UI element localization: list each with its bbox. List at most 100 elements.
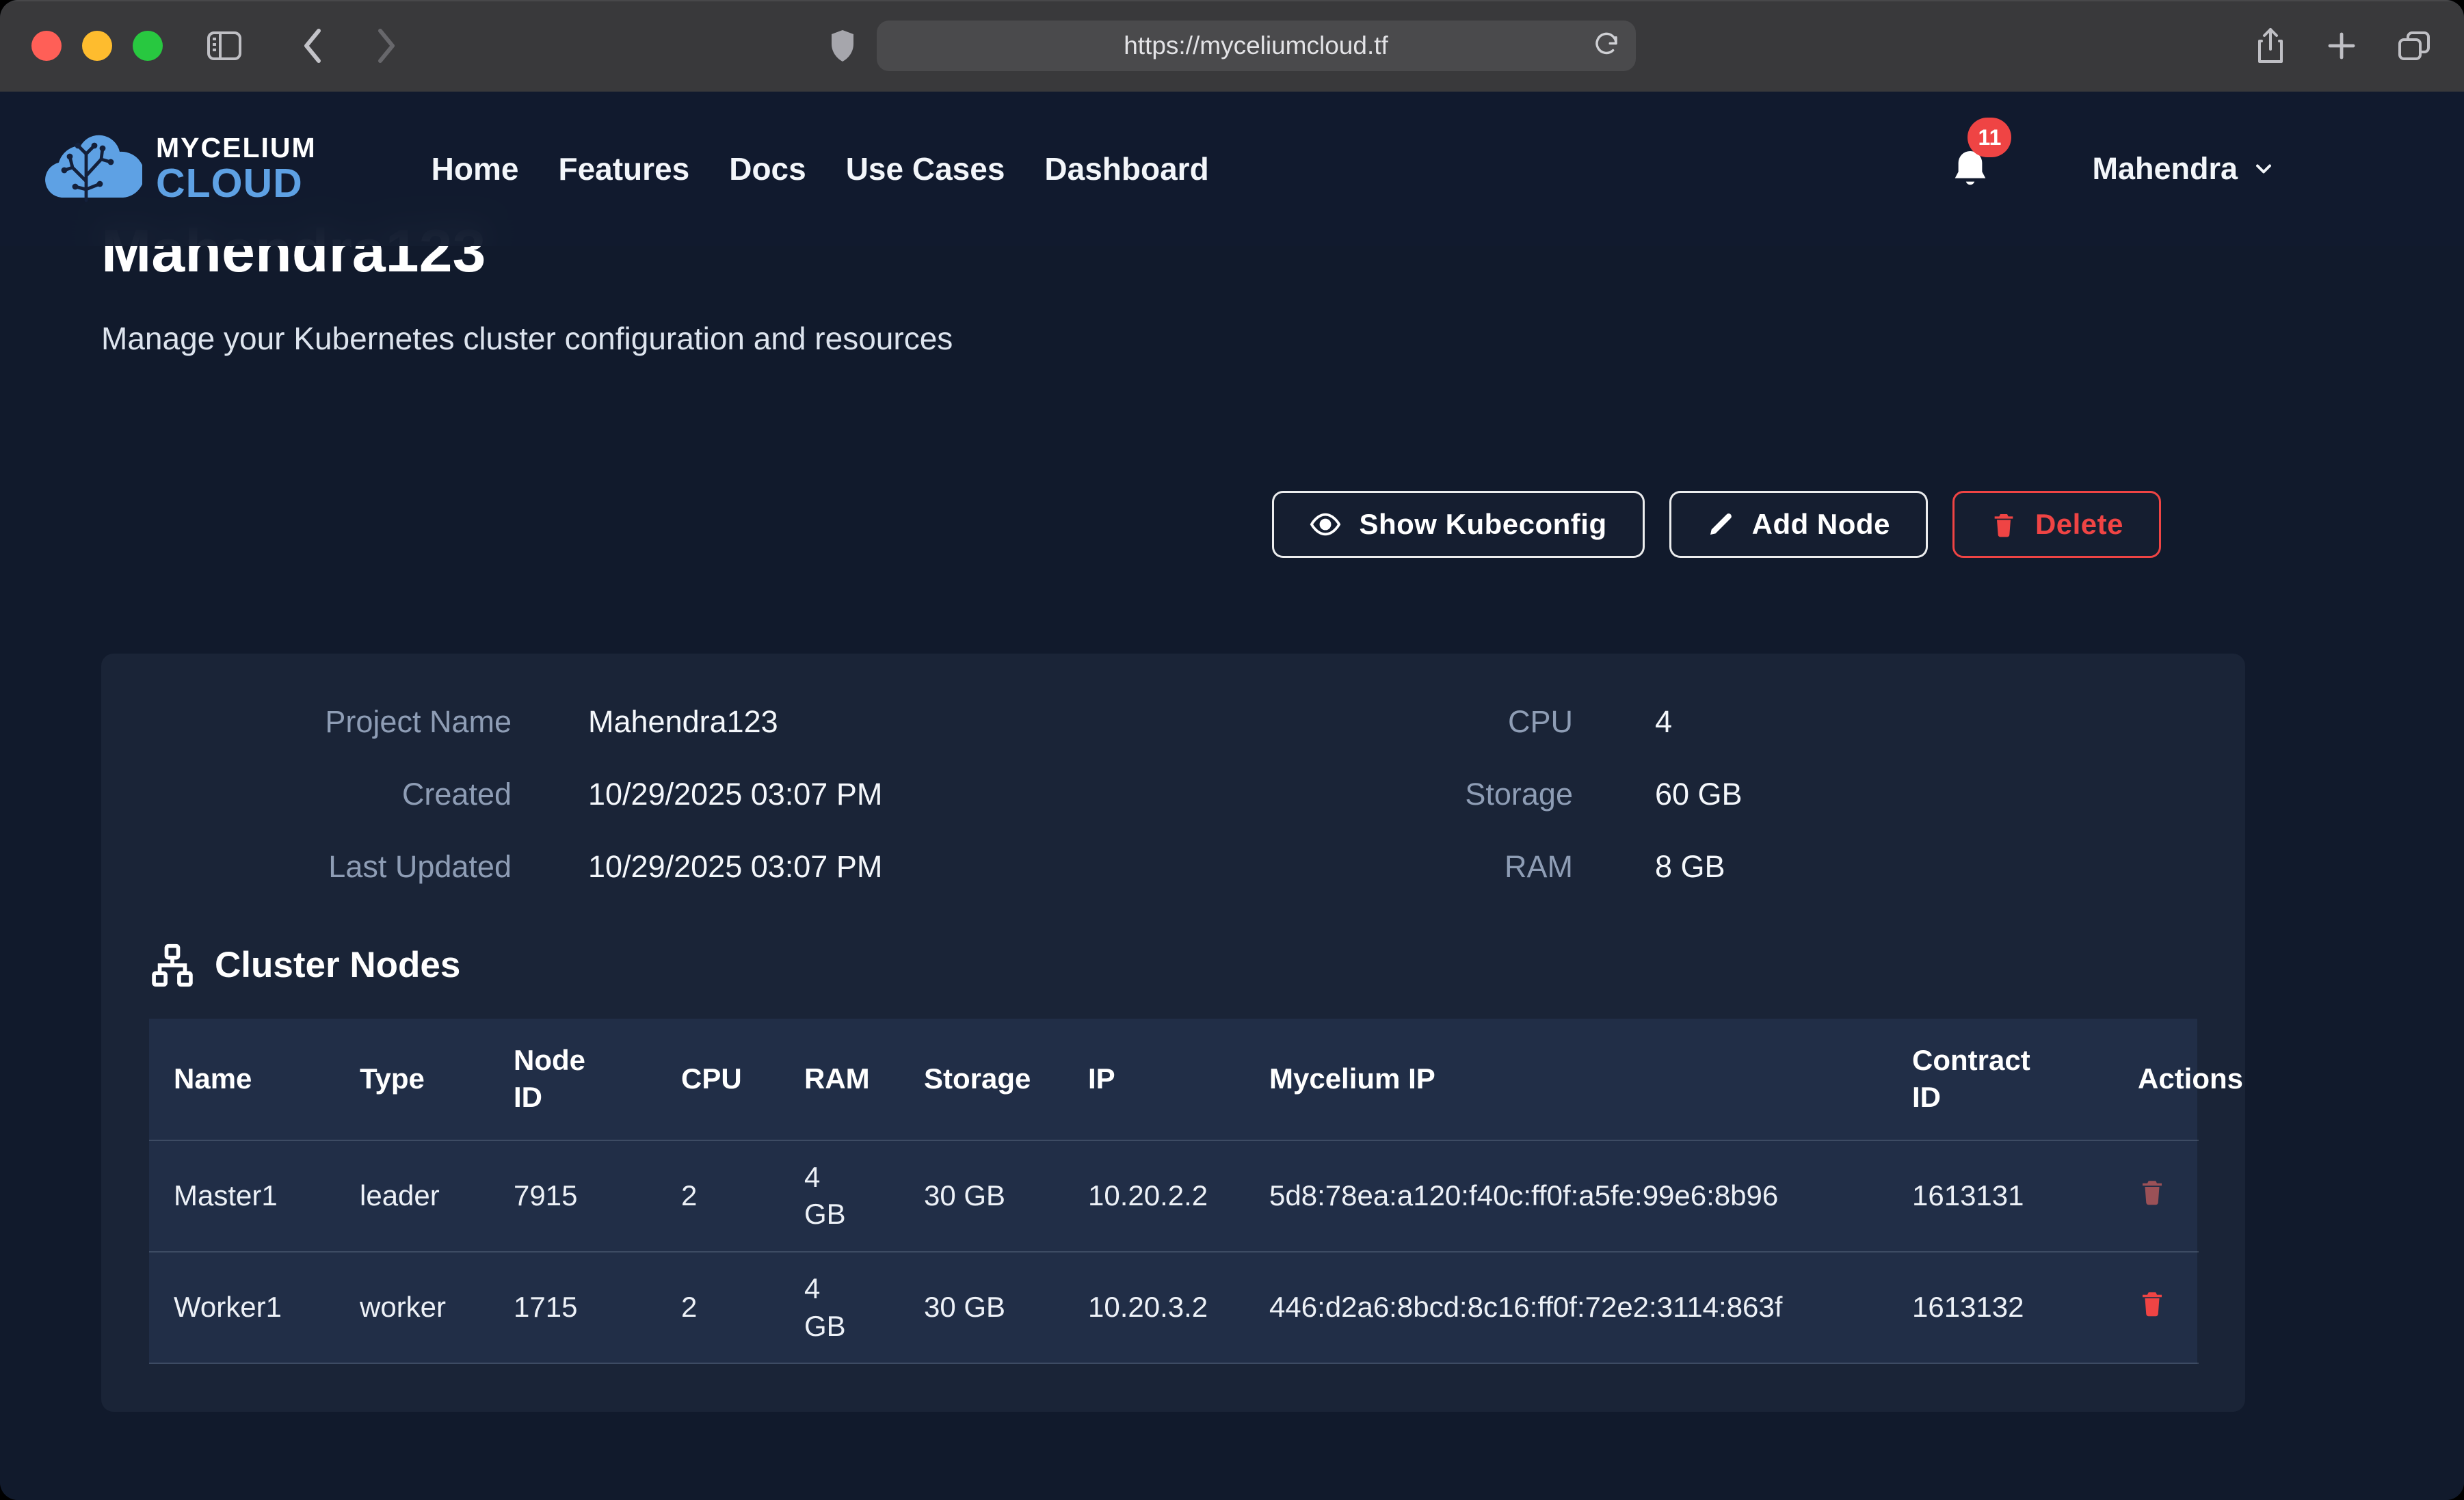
- site-logo[interactable]: MYCELIUM CLOUD: [40, 129, 317, 209]
- storage-label: Storage: [1231, 777, 1573, 812]
- trash-icon: [2138, 1177, 2167, 1206]
- add-node-button[interactable]: Add Node: [1669, 491, 1928, 558]
- nav-item-home[interactable]: Home: [432, 150, 519, 187]
- site-navbar: MYCELIUM CLOUD Home Features Docs Use Ca…: [0, 92, 2464, 246]
- reload-icon[interactable]: [1592, 31, 1621, 60]
- back-button[interactable]: [300, 27, 327, 65]
- storage-value: 60 GB: [1573, 777, 2197, 812]
- table-row: Worker1 worker 1715 2 4 GB 30 GB 10.20.3…: [149, 1252, 2199, 1363]
- col-storage: Storage: [899, 1019, 1063, 1140]
- privacy-shield-icon[interactable]: [829, 29, 856, 63]
- cluster-detail-card: Project Name Mahendra123 CPU 4 Created 1…: [101, 654, 2245, 1412]
- project-name-value: Mahendra123: [512, 704, 1231, 740]
- share-icon[interactable]: [2255, 27, 2286, 64]
- col-ip: IP: [1063, 1019, 1245, 1140]
- minimize-window-button[interactable]: [82, 31, 112, 61]
- col-type: Type: [335, 1019, 489, 1140]
- node-ip: 10.20.3.2: [1063, 1252, 1245, 1363]
- project-info-grid: Project Name Mahendra123 CPU 4 Created 1…: [149, 704, 2197, 885]
- mycelium-cloud-logo-icon: [40, 129, 142, 209]
- chevron-down-icon: [2251, 157, 2276, 181]
- node-storage: 30 GB: [899, 1140, 1063, 1252]
- user-name: Mahendra: [2092, 151, 2238, 187]
- last-updated-label: Last Updated: [149, 849, 512, 885]
- nav-item-features[interactable]: Features: [558, 150, 689, 187]
- node-name: Master1: [149, 1140, 335, 1252]
- tab-overview-icon[interactable]: [2397, 30, 2431, 62]
- close-window-button[interactable]: [31, 31, 62, 61]
- col-contract-id: Contract ID: [1887, 1019, 2113, 1140]
- cluster-actions: Show Kubeconfig Add Node Delete: [101, 491, 2245, 558]
- node-type: leader: [335, 1140, 489, 1252]
- nav-links: Home Features Docs Use Cases Dashboard: [432, 150, 1209, 187]
- address-bar-area: https://myceliumcloud.tf: [829, 21, 1636, 71]
- logo-line2: CLOUD: [156, 163, 317, 204]
- browser-toolbar: https://myceliumcloud.tf: [0, 0, 2464, 92]
- table-header-row: Name Type Node ID CPU RAM Storage IP Myc…: [149, 1019, 2199, 1140]
- node-actions: [2113, 1140, 2199, 1252]
- table-row: Master1 leader 7915 2 4 GB 30 GB 10.20.2…: [149, 1140, 2199, 1252]
- node-name: Worker1: [149, 1252, 335, 1363]
- node-mycelium-ip: 446:d2a6:8bcd:8c16:ff0f:72e2:3114:863f: [1245, 1252, 1887, 1363]
- node-cpu: 2: [657, 1140, 780, 1252]
- col-ram: RAM: [780, 1019, 899, 1140]
- node-mycelium-ip: 5d8:78ea:a120:f40c:ff0f:a5fe:99e6:8b96: [1245, 1140, 1887, 1252]
- notifications-button[interactable]: 11: [1950, 148, 1991, 190]
- page-subtitle: Manage your Kubernetes cluster configura…: [101, 320, 2245, 357]
- trash-icon: [2138, 1289, 2167, 1317]
- col-node-id: Node ID: [489, 1019, 657, 1140]
- show-kubeconfig-button[interactable]: Show Kubeconfig: [1272, 491, 1644, 558]
- node-type: worker: [335, 1252, 489, 1363]
- delete-node-button[interactable]: [2138, 1177, 2167, 1206]
- node-contract-id: 1613131: [1887, 1140, 2113, 1252]
- delete-cluster-button[interactable]: Delete: [1952, 491, 2161, 558]
- delete-node-button[interactable]: [2138, 1289, 2167, 1317]
- nav-item-docs[interactable]: Docs: [729, 150, 806, 187]
- logo-text: MYCELIUM CLOUD: [156, 134, 317, 204]
- address-bar[interactable]: https://myceliumcloud.tf: [877, 21, 1636, 71]
- url-text: https://myceliumcloud.tf: [1124, 31, 1388, 60]
- created-value: 10/29/2025 03:07 PM: [512, 777, 1231, 812]
- ram-label: RAM: [1231, 849, 1573, 885]
- nav-right: 11 Mahendra: [1950, 148, 2276, 190]
- site-page: MYCELIUM CLOUD Home Features Docs Use Ca…: [0, 92, 2464, 1500]
- cluster-nodes-table: Name Type Node ID CPU RAM Storage IP Myc…: [149, 1019, 2197, 1365]
- node-ram: 4 GB: [780, 1140, 899, 1252]
- logo-line1: MYCELIUM: [156, 134, 317, 162]
- node-id: 7915: [489, 1140, 657, 1252]
- browser-window: https://myceliumcloud.tf: [0, 0, 2464, 1500]
- notification-count-badge: 11: [1968, 118, 2011, 157]
- cpu-label: CPU: [1231, 704, 1573, 740]
- sidebar-toggle-icon[interactable]: [207, 31, 242, 61]
- node-ip: 10.20.2.2: [1063, 1140, 1245, 1252]
- node-id: 1715: [489, 1252, 657, 1363]
- trash-icon: [1990, 511, 2017, 538]
- col-mycelium-ip: Mycelium IP: [1245, 1019, 1887, 1140]
- node-cpu: 2: [657, 1252, 780, 1363]
- node-actions: [2113, 1252, 2199, 1363]
- traffic-lights: [31, 31, 163, 61]
- user-menu[interactable]: Mahendra: [2092, 151, 2276, 187]
- created-label: Created: [149, 777, 512, 812]
- zoom-window-button[interactable]: [133, 31, 163, 61]
- node-storage: 30 GB: [899, 1252, 1063, 1363]
- nav-item-use-cases[interactable]: Use Cases: [846, 150, 1005, 187]
- main-content: Mahendra123 Manage your Kubernetes clust…: [0, 92, 2464, 1412]
- col-actions: Actions: [2113, 1019, 2199, 1140]
- ram-value: 8 GB: [1573, 849, 2197, 885]
- nav-item-dashboard[interactable]: Dashboard: [1044, 150, 1208, 187]
- cpu-value: 4: [1573, 704, 2197, 740]
- col-cpu: CPU: [657, 1019, 780, 1140]
- last-updated-value: 10/29/2025 03:07 PM: [512, 849, 1231, 885]
- pencil-icon: [1707, 511, 1734, 538]
- node-ram: 4 GB: [780, 1252, 899, 1363]
- toolbar-right-icons: [2255, 27, 2431, 64]
- eye-icon: [1310, 509, 1341, 540]
- forward-button[interactable]: [372, 27, 399, 65]
- project-name-label: Project Name: [149, 704, 512, 740]
- new-tab-icon[interactable]: [2326, 30, 2357, 62]
- network-icon: [149, 942, 196, 989]
- col-name: Name: [149, 1019, 335, 1140]
- node-contract-id: 1613132: [1887, 1252, 2113, 1363]
- cluster-nodes-heading: Cluster Nodes: [149, 942, 2197, 989]
